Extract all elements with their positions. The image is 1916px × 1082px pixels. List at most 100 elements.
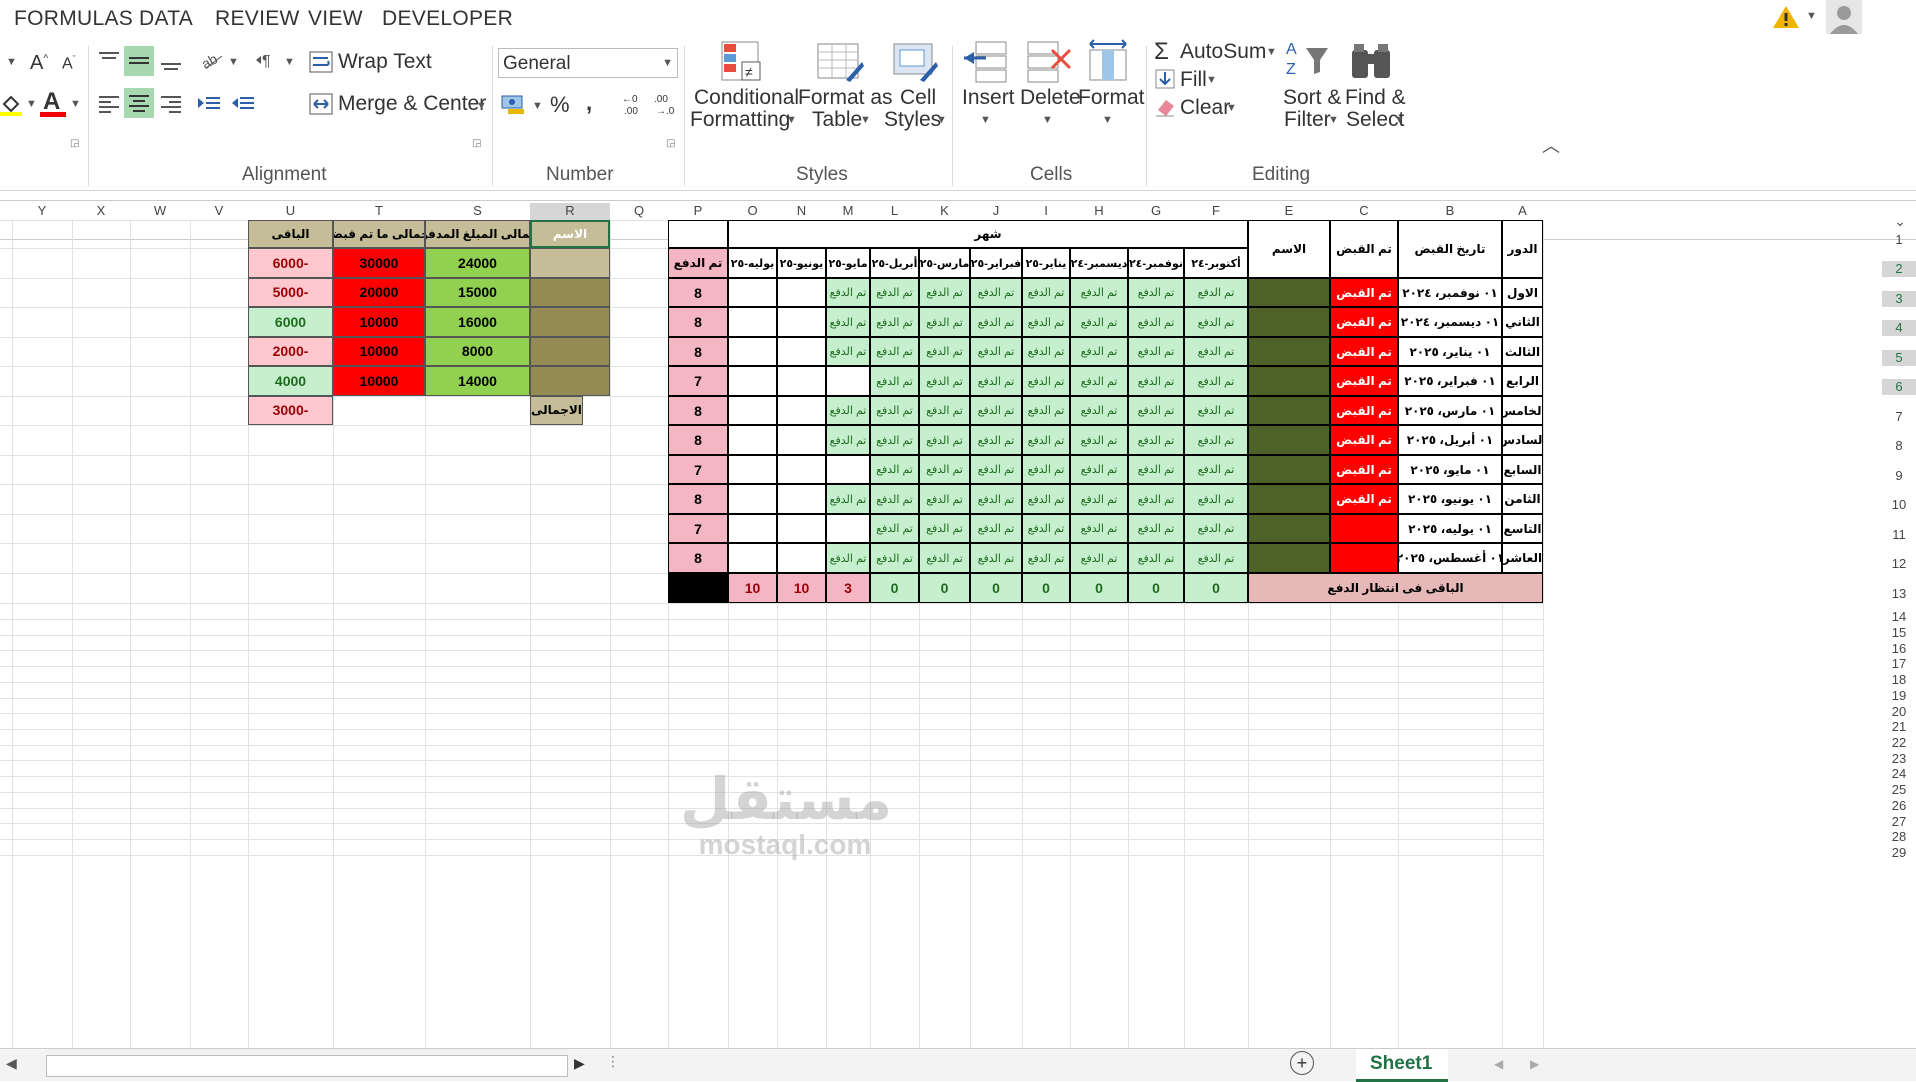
summary-received-cell[interactable]: 20000 xyxy=(333,277,425,307)
header-name[interactable]: الاسم xyxy=(1248,220,1330,278)
header-paid[interactable]: تم الدفع xyxy=(668,248,728,278)
chevron-down-icon[interactable]: ▼ xyxy=(1806,10,1817,22)
conditional-formatting-label-2[interactable]: Formatting xyxy=(690,108,790,132)
summary-received-cell[interactable]: 10000 xyxy=(333,366,425,396)
turn-cell[interactable]: التاسع xyxy=(1502,514,1543,543)
paid-cell[interactable] xyxy=(728,337,777,366)
paid-cell[interactable]: تم الدفع xyxy=(870,337,919,366)
remaining-cell[interactable]: 0 xyxy=(970,573,1022,603)
turn-cell[interactable]: الثالث xyxy=(1502,337,1543,366)
month-header[interactable]: يوليه-٢٥ xyxy=(728,248,777,278)
warning-icon[interactable] xyxy=(1772,4,1800,30)
remaining-cell[interactable]: 0 xyxy=(919,573,970,603)
paid-cell[interactable]: تم الدفع xyxy=(919,307,970,337)
paid-cell[interactable]: تم الدفع xyxy=(919,484,970,514)
received-cell[interactable]: تم القبض xyxy=(1330,455,1398,484)
received-cell[interactable]: تم القبض xyxy=(1330,337,1398,366)
orientation-icon[interactable]: ab xyxy=(199,50,228,72)
date-cell[interactable]: ٠١ يونيو، ٢٠٢٥ xyxy=(1398,484,1502,514)
paid-cell[interactable]: تم الدفع xyxy=(826,484,870,514)
paid-cell[interactable]: تم الدفع xyxy=(1128,307,1184,337)
row-header-22[interactable]: 22 xyxy=(1882,735,1916,751)
summary-remaining-cell[interactable]: -6000 xyxy=(248,248,333,278)
number-dialog-launcher-icon[interactable]: ◲ xyxy=(666,138,675,149)
delete-button[interactable]: Delete xyxy=(1020,86,1081,110)
paid-cell[interactable] xyxy=(728,278,777,307)
turn-cell[interactable]: الرابع xyxy=(1502,366,1543,396)
summary-paid-cell[interactable]: 8000 xyxy=(425,336,530,366)
paid-cell[interactable] xyxy=(728,484,777,514)
horizontal-scrollbar[interactable] xyxy=(46,1055,568,1077)
paid-total-cell[interactable]: 8 xyxy=(668,484,728,514)
summary-name-cell[interactable] xyxy=(530,248,610,278)
chevron-down-icon[interactable]: ▼ xyxy=(70,98,81,110)
paid-cell[interactable]: تم الدفع xyxy=(1022,514,1070,543)
paid-cell[interactable]: تم الدفع xyxy=(870,484,919,514)
summary-name-cell[interactable] xyxy=(530,366,610,396)
sheet-tab-sheet1[interactable]: Sheet1 xyxy=(1356,1049,1448,1082)
row-header-1[interactable]: 1 xyxy=(1882,232,1916,248)
align-top-icon[interactable] xyxy=(96,48,122,74)
remaining-cell[interactable]: 3 xyxy=(826,573,870,603)
name-cell[interactable] xyxy=(1248,543,1330,573)
received-cell[interactable] xyxy=(1330,514,1398,543)
paid-cell[interactable]: تم الدفع xyxy=(870,425,919,455)
paid-cell[interactable] xyxy=(777,543,826,573)
clear-button[interactable]: Clear xyxy=(1180,96,1230,120)
chevron-down-icon[interactable]: ▼ xyxy=(1266,46,1277,58)
row-header-9[interactable]: 9 xyxy=(1882,468,1916,484)
paid-cell[interactable] xyxy=(826,514,870,543)
format-as-table-label-1[interactable]: Format as xyxy=(798,86,893,110)
paid-cell[interactable]: تم الدفع xyxy=(1184,425,1248,455)
insert-cells-icon[interactable] xyxy=(962,40,1010,84)
paid-cell[interactable]: تم الدفع xyxy=(1070,484,1128,514)
summary-remaining-cell[interactable]: 4000 xyxy=(248,366,333,396)
row-header-14[interactable]: 14 xyxy=(1882,609,1916,625)
row-header-23[interactable]: 23 xyxy=(1882,751,1916,767)
number-format-select[interactable]: General ▼ xyxy=(498,48,678,78)
received-cell[interactable] xyxy=(1330,543,1398,573)
name-cell[interactable] xyxy=(1248,484,1330,514)
paid-cell[interactable]: تم الدفع xyxy=(1022,278,1070,307)
paid-cell[interactable]: تم الدفع xyxy=(1070,514,1128,543)
chevron-down-icon[interactable]: ▼ xyxy=(786,114,797,126)
row-header-2[interactable]: 2 xyxy=(1882,261,1916,277)
summary-paid-cell[interactable]: 24000 xyxy=(425,248,530,278)
paid-cell[interactable]: تم الدفع xyxy=(919,425,970,455)
paid-cell[interactable]: تم الدفع xyxy=(1184,396,1248,425)
date-cell[interactable]: ٠١ يناير، ٢٠٢٥ xyxy=(1398,337,1502,366)
row-header-27[interactable]: 27 xyxy=(1882,814,1916,830)
date-cell[interactable]: ٠١ أبريل، ٢٠٢٥ xyxy=(1398,425,1502,455)
paid-cell[interactable] xyxy=(728,396,777,425)
paid-cell[interactable]: تم الدفع xyxy=(826,543,870,573)
paid-cell[interactable]: تم الدفع xyxy=(1128,425,1184,455)
row-header-24[interactable]: 24 xyxy=(1882,766,1916,782)
scroll-left-icon[interactable]: ◀ xyxy=(6,1055,17,1072)
paid-cell[interactable]: تم الدفع xyxy=(970,307,1022,337)
paid-cell[interactable]: تم الدفع xyxy=(1022,455,1070,484)
paid-cell[interactable]: تم الدفع xyxy=(970,337,1022,366)
row-header-16[interactable]: 16 xyxy=(1882,641,1916,657)
paid-cell[interactable]: تم الدفع xyxy=(1022,425,1070,455)
summary-remaining-cell[interactable]: -5000 xyxy=(248,277,333,307)
row-header-6[interactable]: 6 xyxy=(1882,379,1916,395)
paid-cell[interactable]: تم الدفع xyxy=(970,455,1022,484)
row-header-11[interactable]: 11 xyxy=(1882,527,1916,543)
paid-cell[interactable]: تم الدفع xyxy=(826,307,870,337)
chevron-down-icon[interactable]: ▼ xyxy=(860,114,871,126)
row-header-25[interactable]: 25 xyxy=(1882,782,1916,798)
month-header[interactable]: مارس-٢٥ xyxy=(919,248,970,278)
row-header-10[interactable]: 10 xyxy=(1882,497,1916,513)
paid-cell[interactable]: تم الدفع xyxy=(1184,337,1248,366)
tab-developer[interactable]: DEVELOPER xyxy=(382,7,513,31)
paid-total-cell[interactable]: 8 xyxy=(668,337,728,366)
cell-styles-label-1[interactable]: Cell xyxy=(900,86,936,110)
paid-cell[interactable]: تم الدفع xyxy=(1070,543,1128,573)
collapse-ribbon-icon[interactable]: ︿ xyxy=(1542,132,1560,158)
paid-cell[interactable]: تم الدفع xyxy=(970,484,1022,514)
splitter-icon[interactable]: ⋮ xyxy=(606,1053,620,1070)
remaining-cell[interactable]: 0 xyxy=(1022,573,1070,603)
row-header-19[interactable]: 19 xyxy=(1882,688,1916,704)
conditional-formatting-label-1[interactable]: Conditional xyxy=(694,86,799,110)
paid-cell[interactable]: تم الدفع xyxy=(970,278,1022,307)
